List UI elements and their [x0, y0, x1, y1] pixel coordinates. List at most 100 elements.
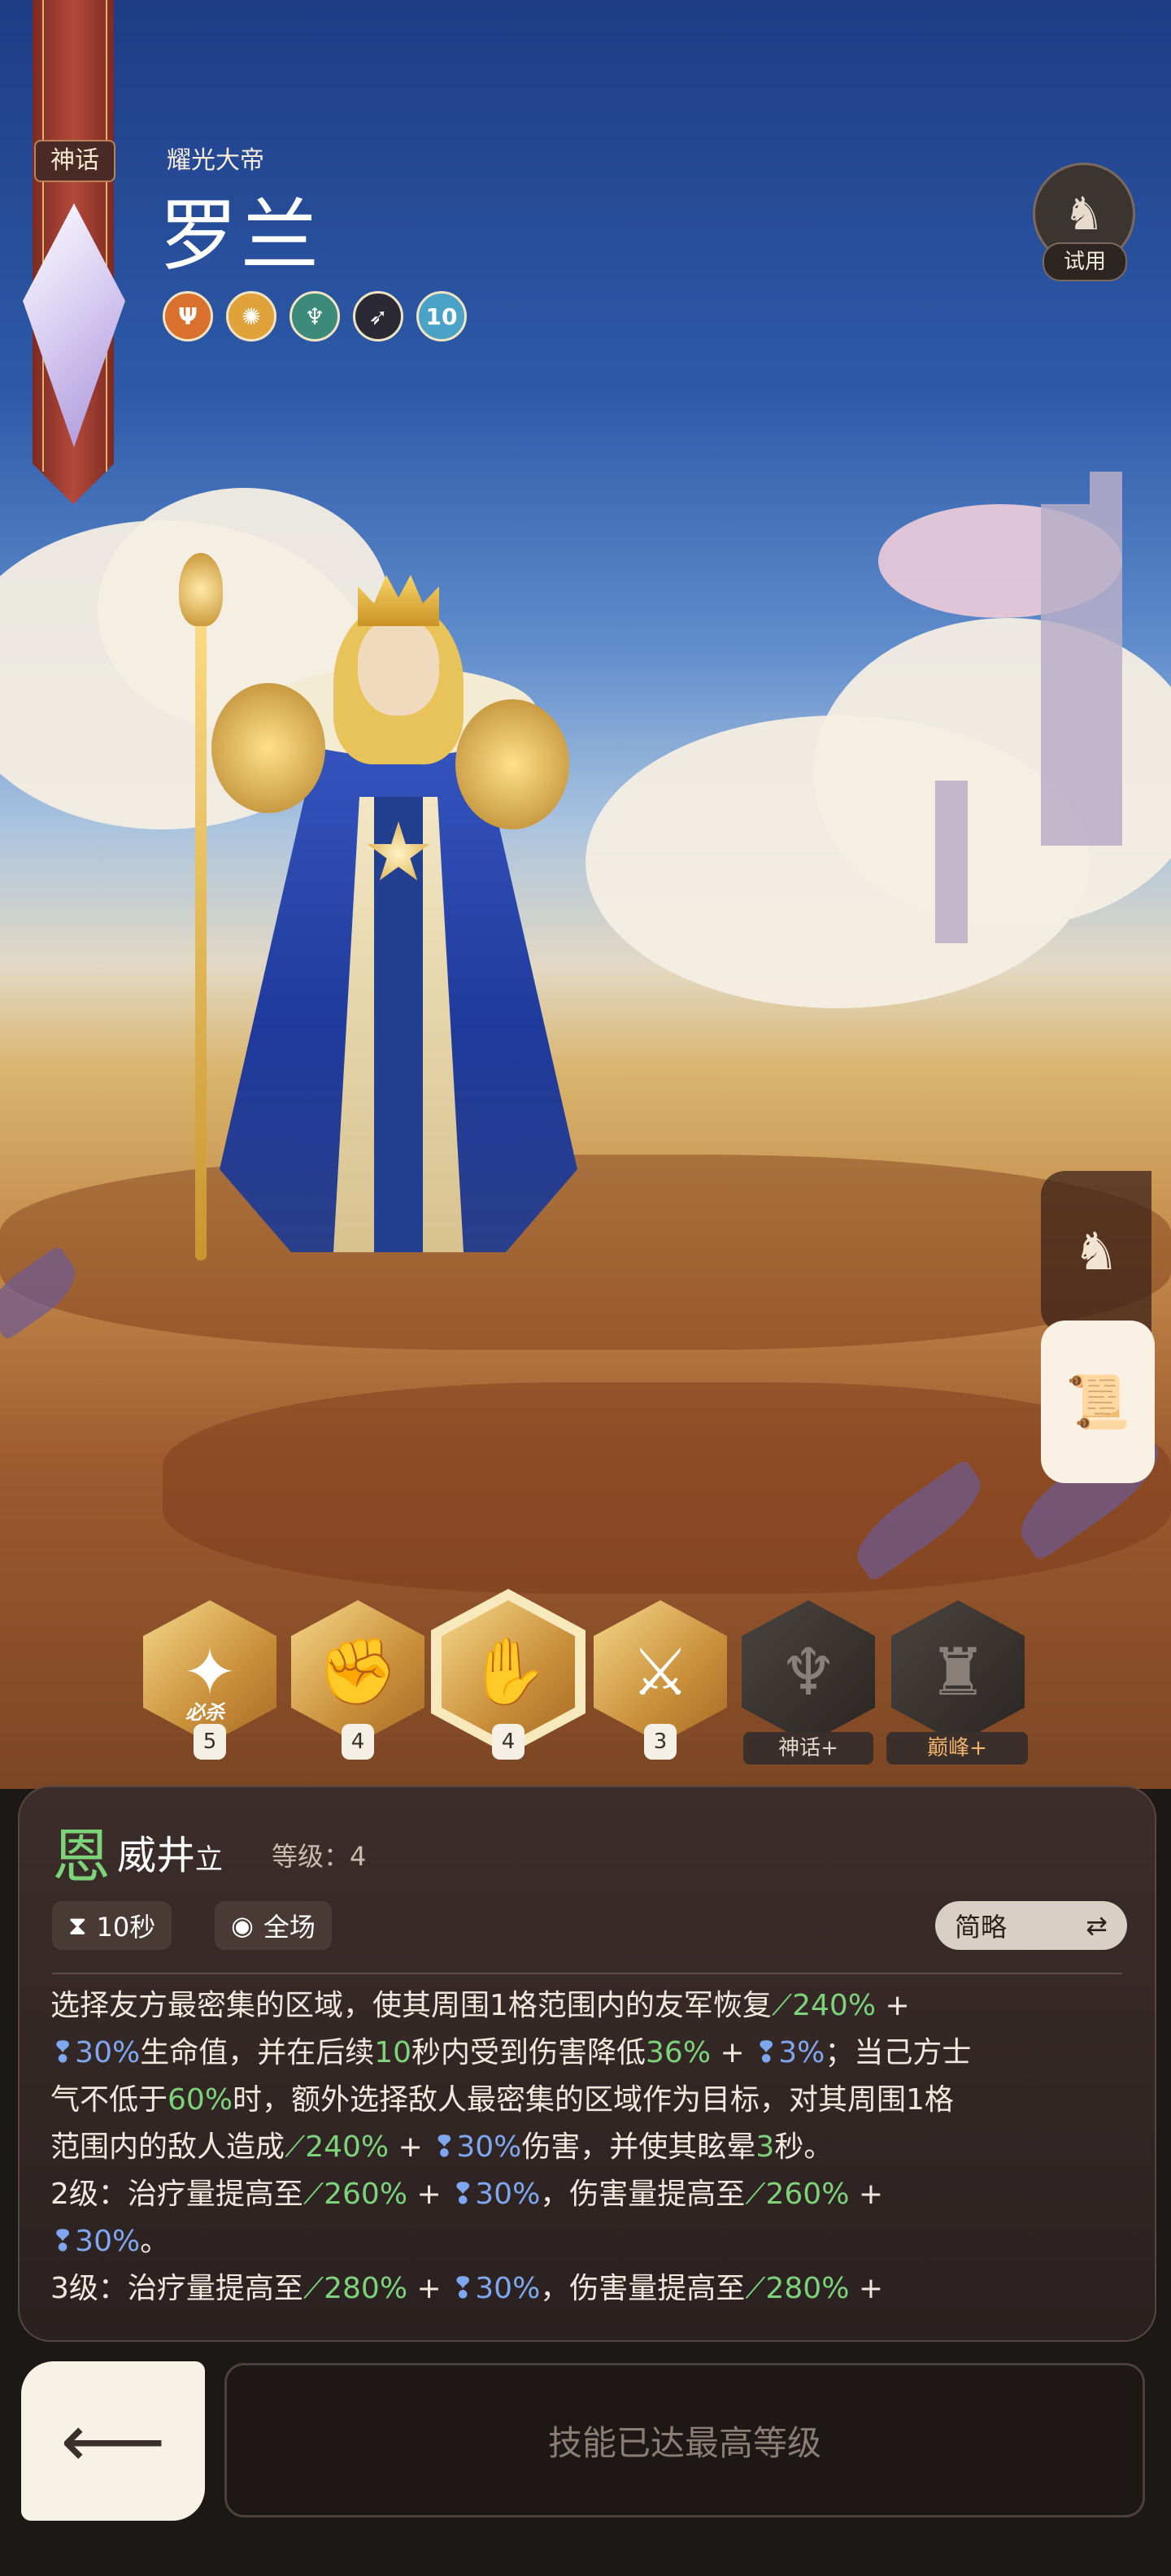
intel-value: 30%	[475, 2272, 541, 2305]
sun-icon[interactable]: ✺	[226, 291, 276, 342]
attack-value: 240%	[305, 2130, 390, 2164]
desc-line-3: 气不低于60%时，额外选择敌人最密集的区域作为目标，对其周围1格	[50, 2077, 1132, 2124]
field-stroke-2	[163, 1382, 1171, 1594]
intel-ratio: ❢30%	[50, 2225, 141, 2258]
swap-arrows-icon: ⇄	[1086, 1910, 1108, 1941]
desc-line-4: 范围内的敌人造成⟋240% + ❢30%伤害，并使其眩晕3秒。	[50, 2124, 1132, 2171]
castle-tower-3	[935, 781, 968, 943]
skill-5-lock-label: 神话+	[743, 1732, 873, 1764]
duration-value: 10	[374, 2036, 412, 2069]
feather-icon[interactable]: ➶	[353, 291, 403, 342]
desc-line-2: ❢30%生命值，并在后续10秒内受到伤害降低36% + ❢3%；当己方士	[50, 2030, 1132, 2077]
hero-staff	[195, 561, 207, 1260]
intel-value: 30%	[475, 2178, 541, 2211]
brief-toggle-button[interactable]: 简略 ⇄	[935, 1901, 1127, 1950]
range-value: 全场	[263, 1912, 316, 1943]
skill-detail-panel: 恩 威井立 等级：4 ⧗ 10秒 ◉ 全场 简略 ⇄ 选择友方最密集的区域，使其…	[18, 1786, 1156, 2342]
desc-text: 秒。	[774, 2130, 834, 2164]
skill-name: 威井立	[117, 1823, 223, 1880]
castle-tower	[1041, 504, 1090, 846]
desc-text: +	[407, 2272, 451, 2305]
desc-line-5: 2级：治疗量提高至⟋260% + ❢30%，伤害量提高至⟋260% +	[50, 2171, 1132, 2218]
attack-ratio: ⟋280%	[745, 2272, 850, 2305]
brief-label: 简略	[955, 1912, 1008, 1943]
desc-text: 2级：治疗量提高至	[50, 2178, 303, 2211]
skill-2[interactable]: ✊	[291, 1600, 424, 1743]
ultimate-tag: 必杀	[185, 1701, 224, 1724]
hero-crown	[358, 575, 439, 626]
eye-icon: ◉	[231, 1910, 254, 1941]
skill-2-level: 4	[342, 1724, 374, 1760]
desc-text: +	[389, 2130, 433, 2164]
stun-value: 3	[755, 2130, 775, 2164]
intel-value: 30%	[456, 2130, 522, 2164]
skill-5-locked[interactable]: ♆	[742, 1600, 875, 1743]
intel-ratio: ❢30%	[451, 2178, 541, 2211]
desc-text: 3级：治疗量提高至	[50, 2272, 303, 2305]
skill-glyph: 恩	[52, 1822, 111, 1891]
desc-text: 秒内受到伤害降低	[411, 2036, 646, 2069]
attack-value: 260%	[324, 2178, 408, 2211]
intel-ratio: ❢3%	[754, 2036, 825, 2069]
back-button[interactable]: ⟵	[21, 2361, 205, 2521]
desc-text: 。	[140, 2225, 170, 2258]
desc-text: +	[876, 1989, 910, 2022]
desc-text: +	[849, 2272, 884, 2305]
hero-shoulder-right	[455, 699, 569, 829]
intel-value: 3%	[778, 2036, 825, 2069]
desc-text: +	[849, 2178, 884, 2211]
rarity-label: 神话	[34, 140, 115, 182]
trait-level-text: 10	[425, 302, 458, 330]
trident-ring-icon[interactable]: ♆	[289, 291, 340, 342]
desc-line-7: 3级：治疗量提高至⟋280% + ❢30%，伤害量提高至⟋280% +	[50, 2265, 1132, 2313]
cooldown-chip: ⧗ 10秒	[52, 1901, 172, 1950]
scroll-icon: 📜	[1065, 1372, 1130, 1433]
desc-text: +	[407, 2178, 451, 2211]
trial-label[interactable]: 试用	[1043, 242, 1127, 281]
desc-text: 选择友方最密集的区域，使其周围1格范围内的友军恢复	[50, 1989, 772, 2022]
upgrade-button-maxed[interactable]: 技能已达最高等级	[224, 2363, 1145, 2517]
attack-ratio: ⟋260%	[745, 2178, 850, 2211]
hourglass-icon: ⧗	[68, 1909, 87, 1941]
skill-level-label: 等级：4	[272, 1841, 367, 1872]
hero-shoulder-left	[211, 683, 325, 813]
attack-ratio: ⟋240%	[285, 2130, 390, 2164]
knight-helmet-icon: ♞	[1063, 187, 1105, 241]
level-badge-icon[interactable]: 10	[416, 291, 467, 342]
hero-staff-head	[179, 553, 223, 626]
attack-ratio: ⟋260%	[303, 2178, 408, 2211]
desc-text: +	[711, 2036, 755, 2069]
skill-6-locked[interactable]: ♜	[891, 1600, 1025, 1743]
attack-value: 260%	[765, 2178, 850, 2211]
intel-ratio: ❢30%	[432, 2130, 522, 2164]
skill-3-level: 4	[492, 1724, 525, 1760]
skill-name-suffix: 立	[195, 1843, 224, 1876]
desc-text: ，伤害量提高至	[540, 2272, 746, 2305]
desc-text: 范围内的敌人造成	[50, 2130, 285, 2164]
desc-text: 伤害，并使其眩晕	[521, 2130, 756, 2164]
morale-value: 60%	[168, 2083, 233, 2117]
hero-character	[130, 553, 618, 1285]
skill-description: 选择友方最密集的区域，使其周围1格范围内的友军恢复⟋240% + ❢30%生命值…	[50, 1982, 1132, 2324]
desc-line-6: ❢30%。	[50, 2218, 1132, 2265]
intel-ratio: ❢30%	[50, 2036, 141, 2069]
hero-head	[358, 618, 439, 716]
desc-text: ，伤害量提高至	[540, 2178, 746, 2211]
attack-value: 240%	[792, 1989, 877, 2022]
skill-name-text: 威井	[117, 1833, 196, 1878]
skill-4[interactable]: ⚔	[594, 1600, 727, 1743]
desc-text: 气不低于	[50, 2083, 168, 2117]
reduction-value: 36%	[646, 2036, 712, 2069]
intel-value: 30%	[75, 2036, 141, 2069]
skill-row: ✦ 必杀 5 ✊ 4 ✋ 4 ⚔ 3 ♆ 神话+ ♜ 巅峰+	[143, 1589, 1038, 1771]
intel-value: 30%	[75, 2225, 141, 2258]
desc-text: 时，额外选择敌人最密集的区域作为目标，对其周围1格	[233, 2083, 954, 2117]
desc-text: 生命值，并在后续	[140, 2036, 375, 2069]
side-tab-skills[interactable]: 📜	[1041, 1321, 1155, 1483]
side-tab-hero-info[interactable]: ♞	[1041, 1171, 1151, 1334]
hero-subtitle: 耀光大帝	[167, 146, 264, 175]
helmet-icon: ♞	[1073, 1222, 1120, 1282]
desc-text: ；当己方士	[825, 2036, 972, 2069]
trident-icon[interactable]: Ψ	[163, 291, 213, 342]
hero-traits: Ψ ✺ ♆ ➶ 10	[163, 291, 467, 342]
